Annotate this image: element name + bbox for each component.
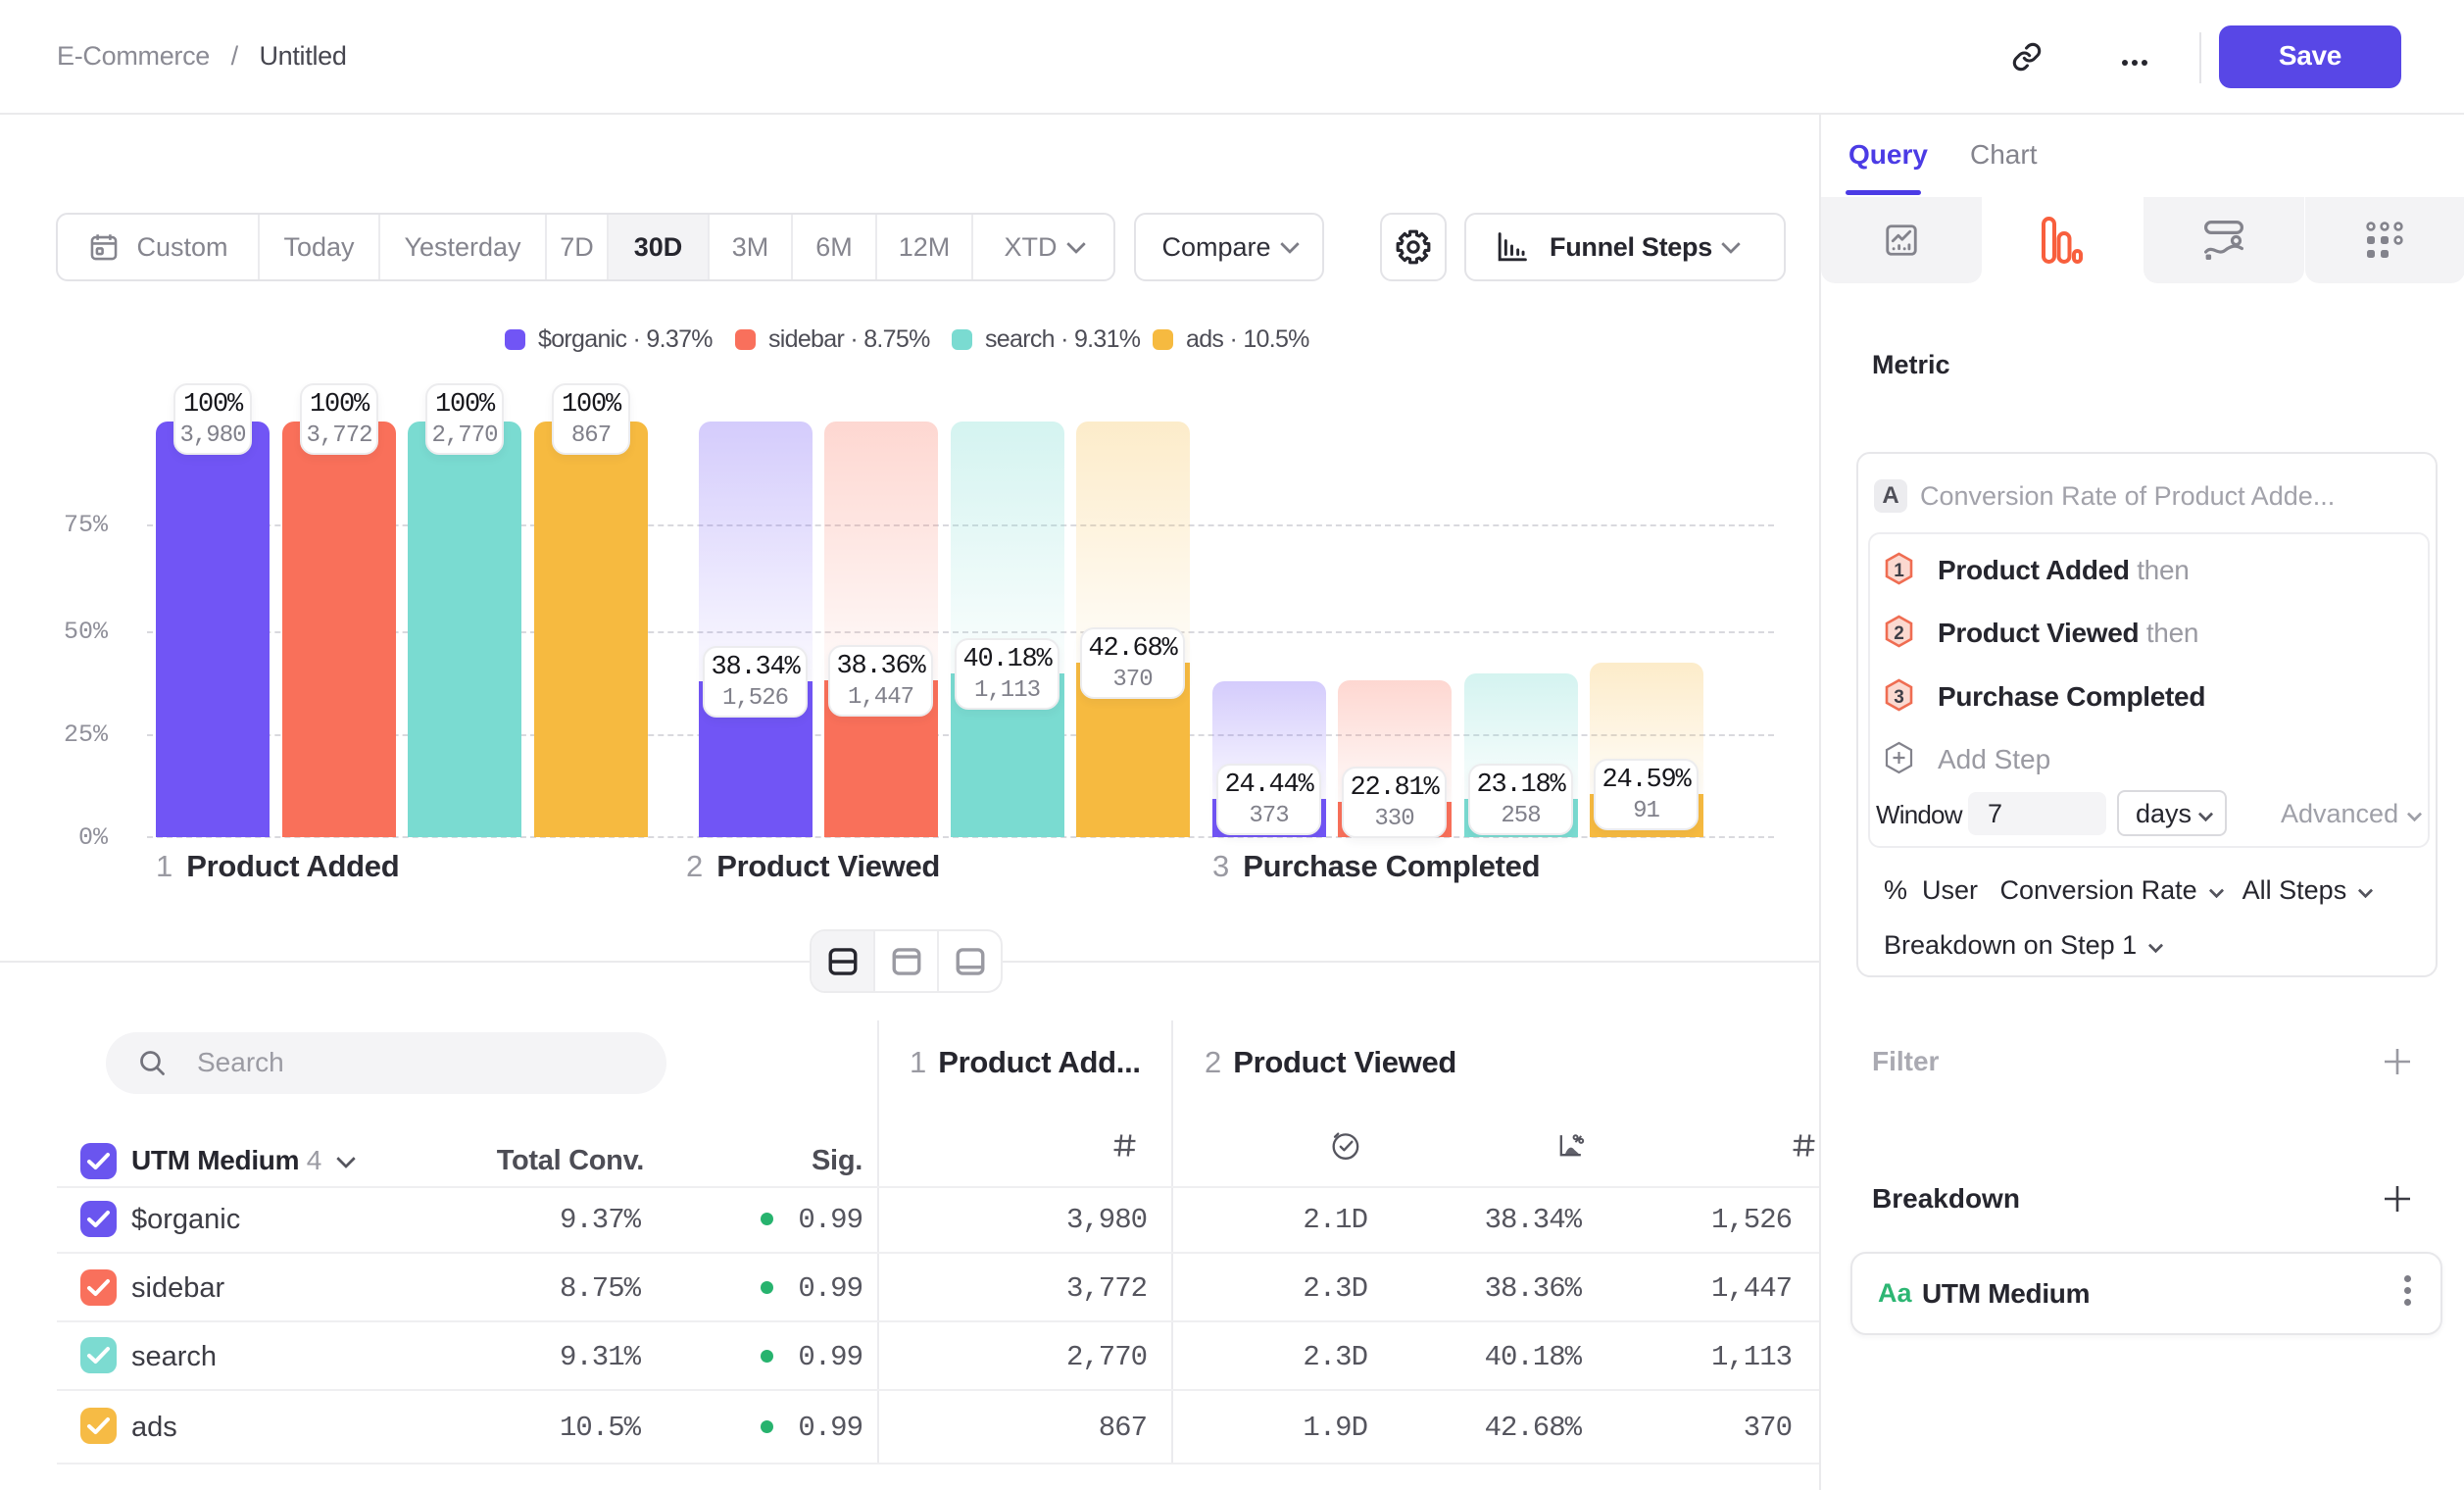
svg-text:3: 3 [1894, 687, 1904, 708]
svg-text:1: 1 [1894, 561, 1904, 581]
svg-text:2: 2 [1894, 623, 1904, 644]
